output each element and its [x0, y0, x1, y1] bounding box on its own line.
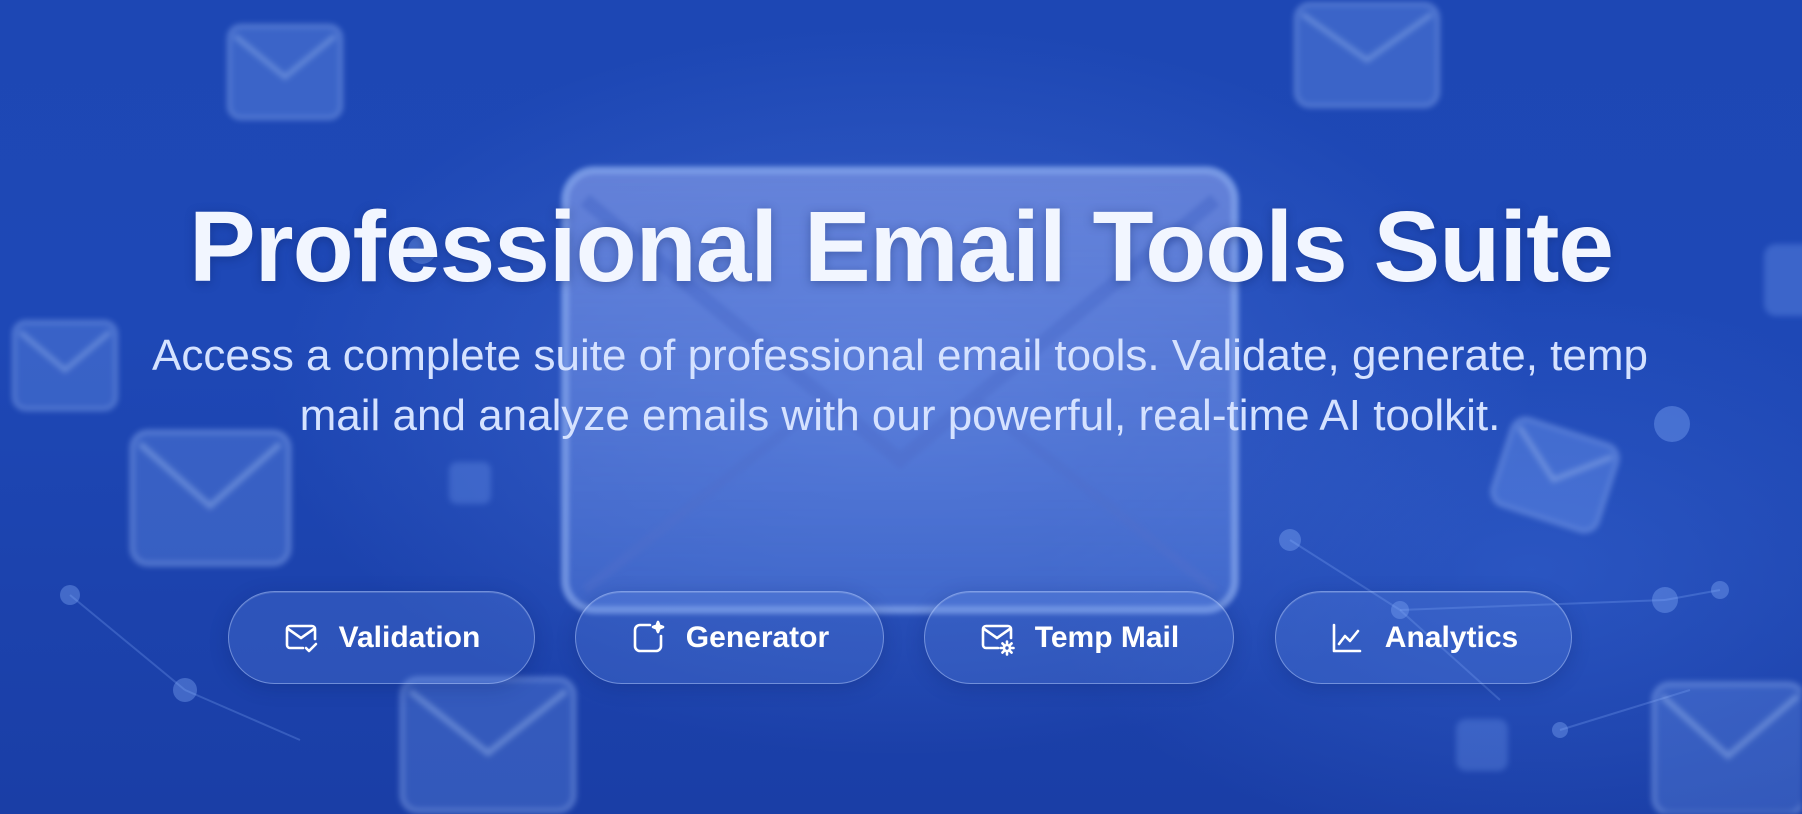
- validation-button-label: Validation: [338, 620, 481, 654]
- mail-gear-icon: [979, 620, 1015, 656]
- line-chart-icon: [1329, 620, 1365, 656]
- generator-button[interactable]: Generator: [575, 591, 884, 684]
- hero-content: Professional Email Tools Suite Access a …: [0, 0, 1802, 814]
- temp-mail-button[interactable]: Temp Mail: [924, 591, 1234, 684]
- sparkle-square-icon: [630, 620, 666, 656]
- hero-subtitle: Access a complete suite of professional …: [152, 331, 1648, 440]
- analytics-button[interactable]: Analytics: [1275, 591, 1572, 684]
- analytics-button-label: Analytics: [1384, 620, 1519, 654]
- generator-button-label: Generator: [685, 620, 830, 654]
- hero-section: Professional Email Tools Suite Access a …: [0, 0, 1802, 814]
- validation-button[interactable]: Validation: [228, 591, 535, 684]
- mail-check-icon: [283, 620, 319, 656]
- page-title: Professional Email Tools Suite: [188, 191, 1614, 303]
- temp-mail-button-label: Temp Mail: [1034, 620, 1180, 654]
